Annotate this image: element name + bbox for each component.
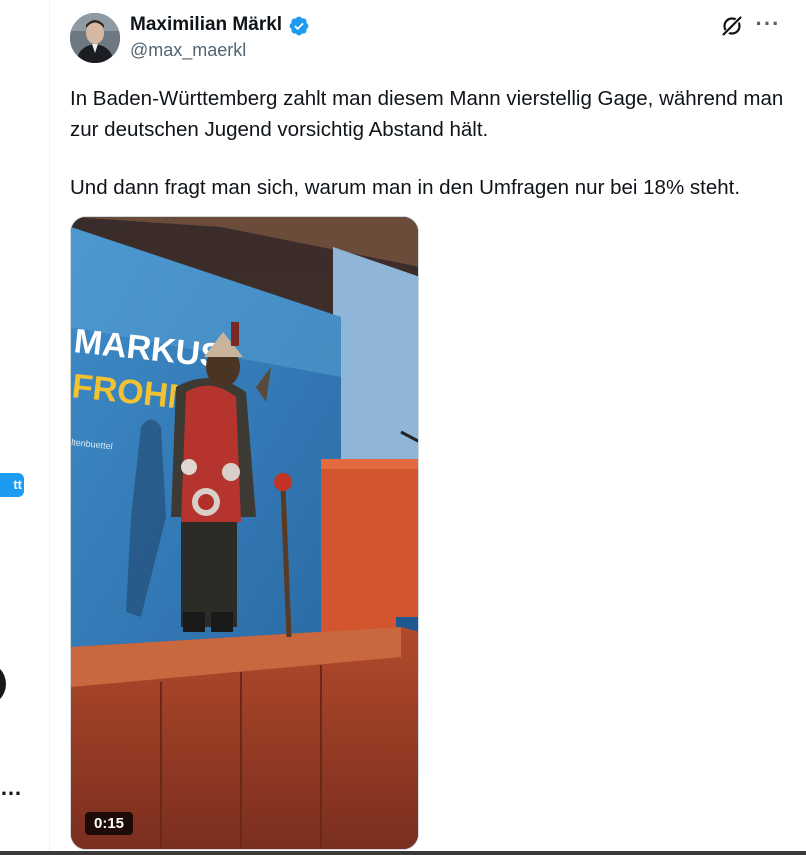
tweet-paragraph: In Baden-Württemberg zahlt man diesem Ma…	[70, 87, 784, 141]
tweet[interactable]: Maximilian Märkl @max_maerkl ··· In Bade…	[50, 0, 806, 851]
verified-badge-icon	[289, 16, 309, 36]
account-more-icon[interactable]: …	[0, 777, 26, 800]
grok-icon[interactable]	[720, 14, 744, 38]
bottom-divider	[0, 851, 806, 855]
video-duration: 0:15	[85, 812, 134, 835]
account-avatar[interactable]	[0, 662, 6, 706]
video-thumbnail: MARKUS FROHNM ltenbuettel	[71, 217, 418, 849]
tweet-text: In Baden-Württemberg zahlt man diesem Ma…	[70, 83, 800, 203]
author-name[interactable]: Maximilian Märkl	[130, 14, 282, 36]
author-handle[interactable]: @max_maerkl	[130, 40, 246, 61]
video-player[interactable]: MARKUS FROHNM ltenbuettel 0:15	[70, 216, 419, 850]
author-avatar[interactable]	[70, 13, 120, 63]
tweet-paragraph: Und dann fragt man sich, warum man in de…	[70, 176, 741, 199]
left-sidebar: tt …	[0, 0, 50, 855]
more-icon[interactable]: ···	[754, 12, 782, 40]
post-button[interactable]: tt	[0, 473, 24, 497]
